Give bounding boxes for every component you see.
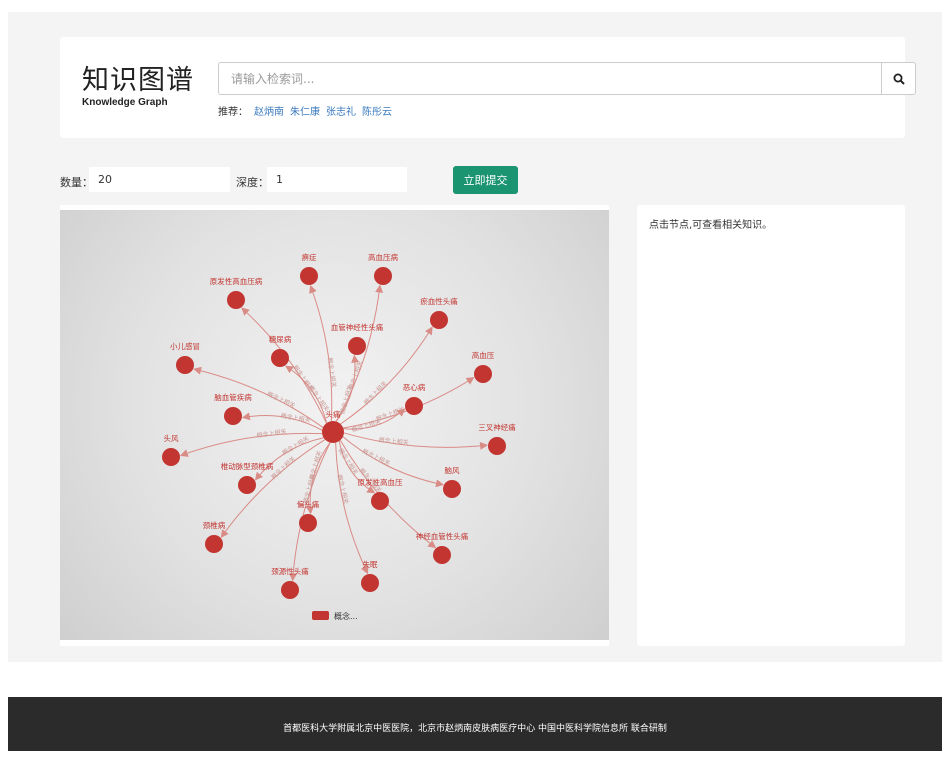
legend-swatch xyxy=(312,611,329,620)
graph-canvas[interactable]: 概念上相关概念上相关概念上相关概念上相关概念上相关概念上相关概念上相关概念上相关… xyxy=(60,210,609,640)
graph-legend[interactable]: 概念... xyxy=(312,611,358,621)
edge-label: 概念上相关 xyxy=(326,357,338,388)
graph-node[interactable] xyxy=(488,437,506,455)
edge-label: 概念上相关 xyxy=(256,427,287,439)
graph-node[interactable] xyxy=(430,311,448,329)
graph-node[interactable] xyxy=(162,448,180,466)
graph-node[interactable] xyxy=(205,535,223,553)
edge-label: 概念上相关 xyxy=(266,390,297,410)
node-label: 脑血管疾病 xyxy=(214,392,252,402)
recommend-link[interactable]: 陈彤云 xyxy=(362,107,392,118)
edge-label: 概念上相关 xyxy=(378,436,409,447)
node-label: 偏头痛 xyxy=(297,499,320,509)
recommend-link[interactable]: 张志礼 xyxy=(326,107,356,118)
info-panel: 点击节点,可查看相关知识。 xyxy=(637,205,905,646)
legend-label: 概念... xyxy=(334,611,358,621)
edge-label: 概念上相关 xyxy=(362,379,388,406)
node-label: 失眠 xyxy=(363,559,378,569)
graph-node[interactable] xyxy=(281,581,299,599)
footer: 首都医科大学附属北京中医医院，北京市赵炳南皮肤病医疗中心 中国中医科学院信息所 … xyxy=(8,697,942,751)
graph-node[interactable] xyxy=(374,267,392,285)
node-label: 颈椎病 xyxy=(203,520,226,530)
node-label: 糖尿病 xyxy=(269,334,292,344)
search-button[interactable] xyxy=(881,62,916,95)
graph-edge xyxy=(343,432,489,450)
search-input[interactable] xyxy=(218,62,882,95)
node-label: 脑风 xyxy=(445,465,460,475)
graph-center-node[interactable] xyxy=(322,421,344,443)
graph-node[interactable] xyxy=(227,291,245,309)
recommend-label: 推荐： xyxy=(218,107,248,118)
edge-label: 概念上相关 xyxy=(351,417,382,434)
graph-card: 概念上相关 概念上相关 概念上相关 概念上相关 概念上相关 概念上相关 概念上相关 概念上相关… xyxy=(60,205,609,646)
edge-label: 概念上相关 xyxy=(281,434,311,457)
header-card: 知识图谱 Knowledge Graph 推荐： 赵炳南朱仁康张志礼陈彤云 xyxy=(60,37,916,138)
edge-label: 概念上相关 xyxy=(336,447,360,476)
node-label: 神经血管性头痛 xyxy=(416,531,469,541)
knowledge-graph[interactable]: 概念上相关 概念上相关 概念上相关 概念上相关 概念上相关 概念上相关 概念上相关 概念上相关… xyxy=(60,210,609,640)
graph-node[interactable] xyxy=(176,356,194,374)
graph-node[interactable] xyxy=(299,514,317,532)
node-label: 原发性高血压病 xyxy=(210,276,263,286)
graph-edge xyxy=(289,442,331,582)
center-node-label: 头痛 xyxy=(326,409,341,419)
node-label: 瘀血性头痛 xyxy=(420,296,458,306)
graph-node[interactable] xyxy=(474,365,492,383)
edge-label: 概念上相关 xyxy=(338,384,354,415)
depth-label: 深度： xyxy=(236,176,269,189)
graph-node[interactable] xyxy=(443,480,461,498)
graph-node[interactable] xyxy=(238,476,256,494)
node-label: 痹症 xyxy=(302,252,317,262)
node-label: 原发性高血压 xyxy=(358,477,403,487)
edge-label: 概念上相关 xyxy=(270,455,297,481)
node-label: 恶心病 xyxy=(403,382,426,392)
node-label: 高血压 xyxy=(472,350,495,360)
node-label: 三叉神经痛 xyxy=(478,422,516,432)
depth-input[interactable] xyxy=(267,167,407,192)
node-label: 头风 xyxy=(164,433,179,443)
recommend-link[interactable]: 朱仁康 xyxy=(290,107,320,118)
node-label: 椎动脉型颈椎病 xyxy=(221,461,274,471)
graph-node[interactable] xyxy=(300,267,318,285)
info-hint: 点击节点,可查看相关知识。 xyxy=(649,220,773,231)
edge-label: 概念上相关 xyxy=(280,412,311,425)
page-title: 知识图谱 xyxy=(82,65,194,96)
graph-node[interactable] xyxy=(224,407,242,425)
submit-button[interactable]: 立即提交 xyxy=(453,166,518,194)
edge-label: 概念上相关 xyxy=(361,447,392,467)
recommend-link[interactable]: 赵炳南 xyxy=(254,107,284,118)
edge-label: 概念上相关 xyxy=(335,474,350,505)
graph-node[interactable] xyxy=(405,397,423,415)
graph-node[interactable] xyxy=(271,349,289,367)
search-icon xyxy=(893,73,905,85)
count-input[interactable] xyxy=(89,167,230,192)
graph-node[interactable] xyxy=(348,337,366,355)
node-label: 血管神经性头痛 xyxy=(331,322,384,332)
node-label: 高血压病 xyxy=(368,252,398,262)
graph-node[interactable] xyxy=(371,492,389,510)
recommend-bar: 推荐： 赵炳南 朱仁康 张志礼 陈彤云 xyxy=(218,103,392,118)
graph-node[interactable] xyxy=(361,574,379,592)
footer-text: 首都医科大学附属北京中医医院，北京市赵炳南皮肤病医疗中心 中国中医科学院信息所 … xyxy=(283,724,667,734)
page-subtitle: Knowledge Graph xyxy=(82,97,168,108)
node-label: 小儿感冒 xyxy=(170,341,200,351)
node-label: 颈源性头痛 xyxy=(271,566,309,576)
graph-node[interactable] xyxy=(433,546,451,564)
